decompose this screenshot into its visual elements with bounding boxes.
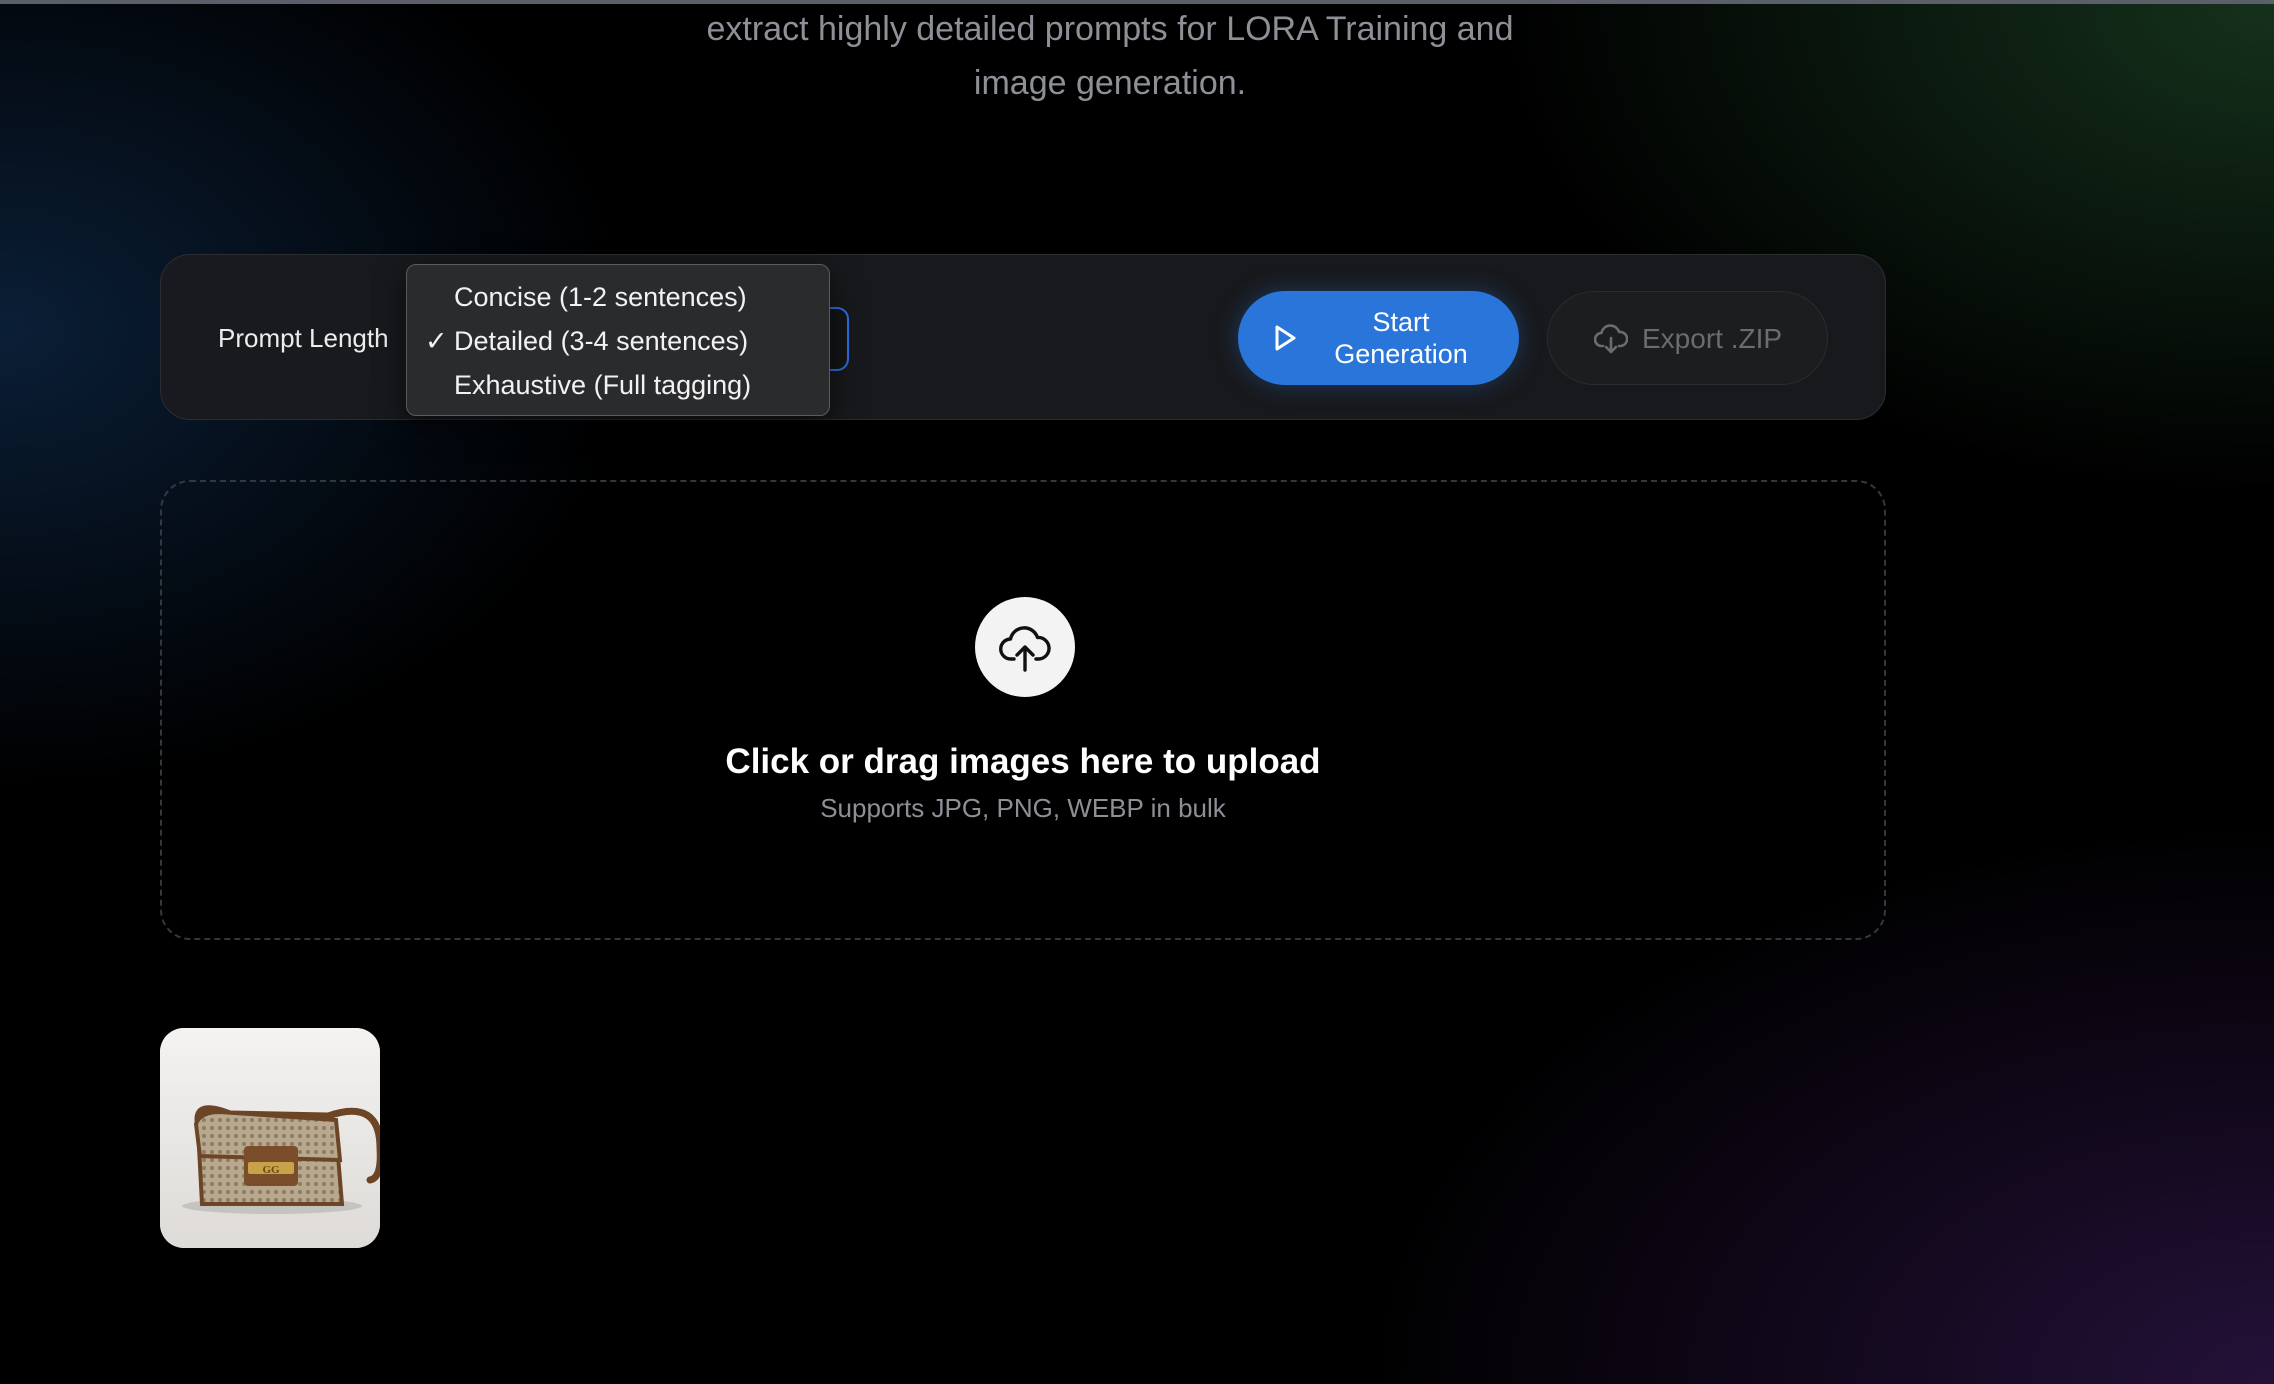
option-exhaustive[interactable]: Exhaustive (Full tagging) (407, 363, 831, 407)
start-button-line-2: Generation (1334, 339, 1468, 369)
prompt-length-label: Prompt Length (218, 323, 389, 353)
cloud-download-icon (1594, 324, 1628, 354)
dropzone-title: Click or drag images here to upload (725, 742, 1321, 781)
prompt-length-dropdown-menu: Concise (1-2 sentences) ✓ Detailed (3-4 … (406, 264, 830, 416)
option-detailed-label: Detailed (3-4 sentences) (454, 326, 749, 356)
option-detailed[interactable]: ✓ Detailed (3-4 sentences) (407, 319, 831, 363)
export-zip-button[interactable]: Export .ZIP (1547, 291, 1828, 385)
upload-icon-circle (975, 597, 1075, 697)
uploaded-image-thumbnail[interactable]: GG (160, 1028, 380, 1248)
handbag-image: GG (160, 1028, 380, 1248)
hero-subtitle-line-1: extract highly detailed prompts for LORA… (706, 10, 1514, 48)
bag-logo-text: GG (262, 1164, 280, 1176)
option-concise-label: Concise (1-2 sentences) (454, 282, 747, 312)
export-button-label: Export .ZIP (1642, 323, 1783, 354)
cloud-upload-icon (999, 626, 1051, 672)
start-button-line-1: Start (1372, 307, 1430, 337)
checkmark-icon: ✓ (425, 326, 448, 356)
dropzone-subtitle: Supports JPG, PNG, WEBP in bulk (820, 793, 1226, 823)
option-exhaustive-label: Exhaustive (Full tagging) (454, 370, 752, 400)
option-concise[interactable]: Concise (1-2 sentences) (407, 275, 831, 319)
upload-dropzone[interactable]: Click or drag images here to upload Supp… (160, 480, 1886, 940)
play-icon (1275, 325, 1296, 351)
hero-subtitle-line-2: image generation. (973, 64, 1247, 102)
start-generation-button[interactable]: Start Generation (1238, 291, 1519, 385)
hero-subtitle: extract highly detailed prompts for LORA… (560, 2, 1660, 110)
